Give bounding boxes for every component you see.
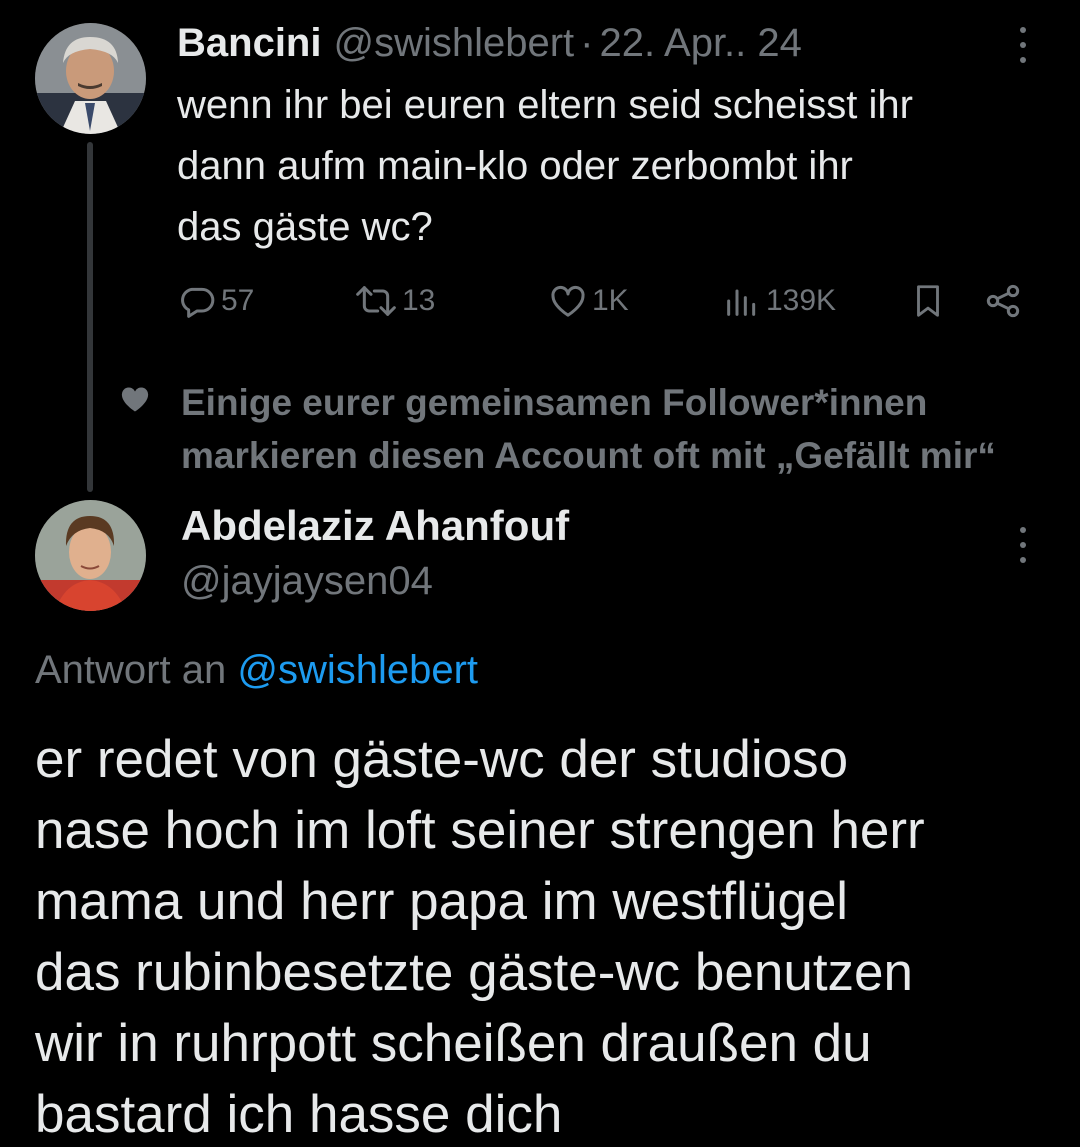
- parent-tweet-date[interactable]: 22. Apr.. 24: [600, 18, 802, 68]
- view-count: 139K: [766, 284, 837, 317]
- share-button[interactable]: [983, 276, 1023, 326]
- bookmark-icon: [917, 285, 939, 317]
- reply-count: 57: [221, 284, 255, 317]
- heart-outline-icon: [551, 285, 585, 317]
- parent-author-name[interactable]: Bancini: [177, 18, 321, 68]
- repost-icon: [356, 286, 396, 316]
- views-button[interactable]: 139K: [722, 276, 836, 326]
- reply-author-avatar[interactable]: [35, 500, 146, 611]
- bookmark-button[interactable]: [909, 276, 947, 326]
- reply-author-handle[interactable]: @jayjaysen04: [181, 556, 433, 606]
- social-context-text: Einige eurer gemeinsamen Follower*innen …: [181, 382, 996, 476]
- repost-button[interactable]: 13: [354, 276, 435, 326]
- parent-author-avatar[interactable]: [35, 23, 146, 134]
- parent-tweet-header: Bancini @swishlebert · 22. Apr.. 24: [177, 18, 802, 68]
- header-separator: ·: [580, 21, 594, 65]
- like-button[interactable]: 1K: [548, 276, 629, 326]
- parent-author-handle[interactable]: @swishlebert: [333, 18, 574, 68]
- replying-to-line: Antwort an @swishlebert: [35, 644, 478, 696]
- reply-tweet-text: er redet von gäste-wc der studioso nase …: [35, 730, 925, 1144]
- parent-tweet-text: wenn ihr bei euren eltern seid scheisst …: [177, 83, 913, 249]
- parent-more-options-icon[interactable]: [1018, 27, 1028, 63]
- reply-author-name[interactable]: Abdelaziz Ahanfouf: [181, 500, 569, 552]
- replying-to-mention-link[interactable]: @swishlebert: [237, 648, 478, 692]
- reply-button[interactable]: 57: [177, 276, 254, 326]
- repost-count: 13: [402, 284, 436, 317]
- reply-icon: [181, 287, 215, 318]
- heart-icon: [121, 387, 149, 412]
- share-icon: [986, 284, 1020, 318]
- parent-tweet-actions: 57 13 1K 139K: [0, 276, 1080, 326]
- analytics-icon: [727, 289, 756, 316]
- replying-to-label: Antwort an: [35, 648, 227, 692]
- reply-more-options-icon[interactable]: [1018, 527, 1028, 563]
- like-count: 1K: [592, 284, 629, 317]
